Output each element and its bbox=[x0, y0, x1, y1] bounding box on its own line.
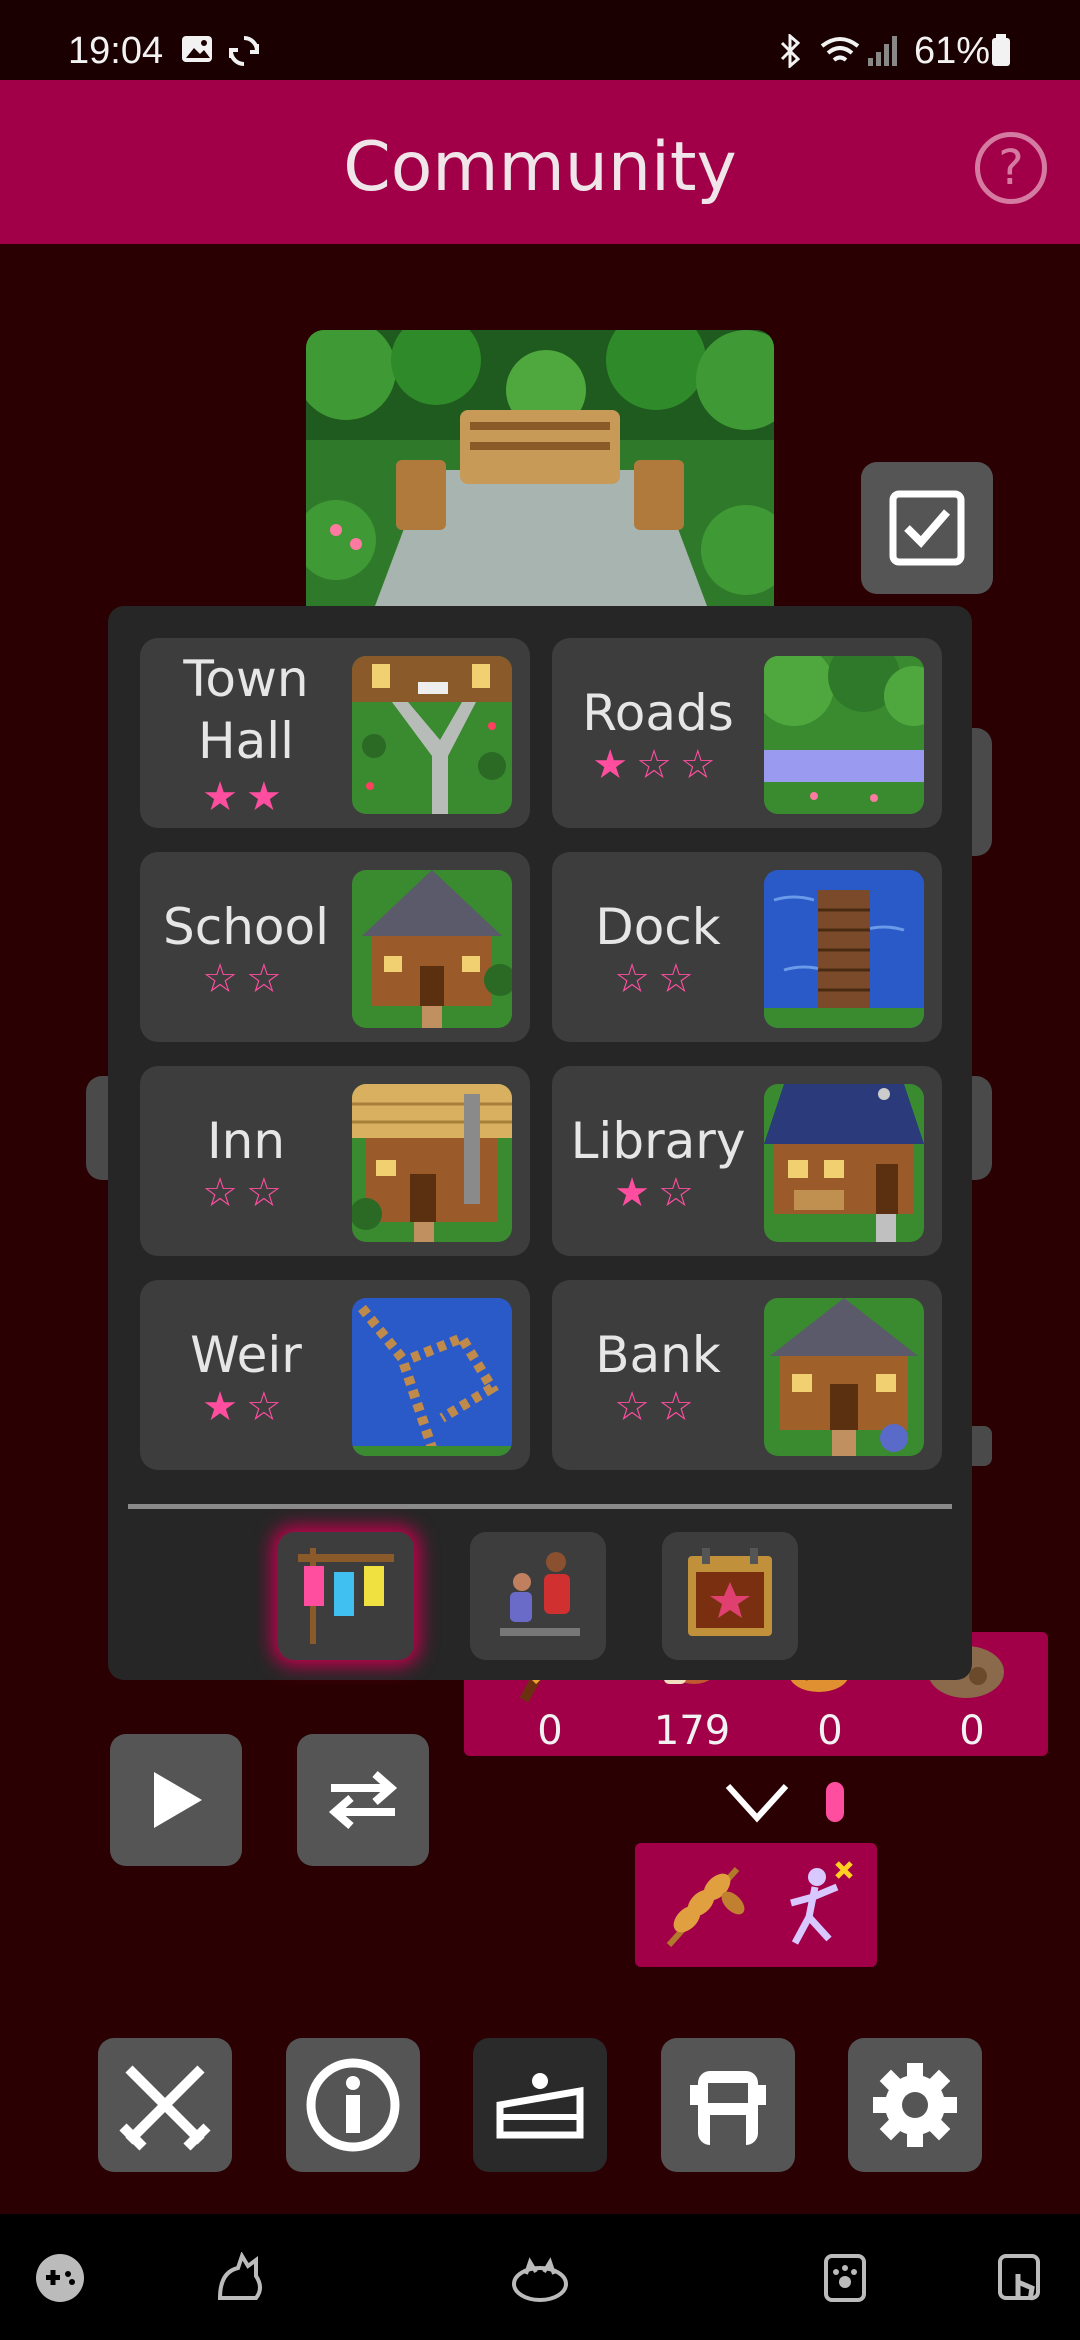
building-card-bank[interactable]: Bank ☆☆ bbox=[552, 1280, 942, 1470]
building-stars: ★★ bbox=[202, 774, 290, 820]
running-person-icon bbox=[790, 1861, 853, 1945]
chevron-down-icon[interactable] bbox=[722, 1780, 792, 1824]
weir-image bbox=[352, 1298, 512, 1456]
building-stars: ☆☆ bbox=[202, 1170, 290, 1216]
building-stars: ★☆☆ bbox=[592, 742, 724, 788]
roads-image bbox=[764, 656, 924, 814]
building-name: Inn bbox=[206, 1112, 286, 1170]
building-stars: ★☆ bbox=[202, 1384, 290, 1430]
building-name: Town Hall bbox=[183, 650, 309, 770]
combat-swords-icon bbox=[119, 2065, 211, 2151]
wifi-icon bbox=[820, 37, 860, 62]
location-scene-image bbox=[306, 330, 774, 630]
town-hall-image bbox=[352, 656, 512, 814]
park-bench-scene bbox=[306, 330, 774, 630]
roads-thumbnail bbox=[764, 656, 924, 814]
bluetooth-icon bbox=[780, 34, 801, 68]
resource-count: 0 bbox=[959, 1708, 985, 1754]
settings-gear-icon bbox=[873, 2063, 957, 2147]
festival-banners-icon bbox=[298, 1548, 394, 1644]
building-name: Bank bbox=[595, 1326, 721, 1384]
combat-button[interactable] bbox=[98, 2038, 232, 2172]
cake-icon bbox=[496, 2073, 584, 2139]
inn-thumbnail bbox=[352, 1084, 512, 1242]
info-icon bbox=[306, 2058, 400, 2152]
building-card-town-hall[interactable]: Town Hall ★★ bbox=[140, 638, 530, 828]
building-stars: ☆☆ bbox=[614, 1384, 702, 1430]
bank-image bbox=[764, 1298, 924, 1456]
play-icon bbox=[154, 1772, 202, 1828]
page-title: Community bbox=[343, 128, 737, 207]
checkbox-checked-icon bbox=[889, 490, 965, 566]
building-card-school[interactable]: School ☆☆ bbox=[140, 852, 530, 1042]
tab-festival-banners[interactable] bbox=[278, 1532, 414, 1660]
paw-card-icon[interactable] bbox=[822, 2252, 868, 2304]
gamepad-icon[interactable] bbox=[34, 2252, 86, 2304]
building-card-weir[interactable]: Weir ★☆ bbox=[140, 1280, 530, 1470]
dock-thumbnail bbox=[764, 870, 924, 1028]
signal-icon bbox=[868, 36, 897, 66]
navigation-bar bbox=[0, 2214, 1080, 2340]
sync-icon bbox=[229, 36, 259, 66]
app-header: Community ? bbox=[0, 80, 1080, 244]
building-name: Dock bbox=[595, 898, 721, 956]
confirm-checkbox-button[interactable] bbox=[861, 462, 993, 594]
bank-thumbnail bbox=[764, 1298, 924, 1456]
building-card-dock[interactable]: Dock ☆☆ bbox=[552, 852, 942, 1042]
page-indicator bbox=[826, 1782, 844, 1822]
skill-box bbox=[635, 1843, 877, 1967]
building-card-roads[interactable]: Roads ★☆☆ bbox=[552, 638, 942, 828]
info-button[interactable] bbox=[286, 2038, 420, 2172]
building-name: Weir bbox=[190, 1326, 302, 1384]
swap-button[interactable] bbox=[297, 1734, 429, 1866]
building-stars: ☆☆ bbox=[202, 956, 290, 1002]
touch-app-icon[interactable] bbox=[996, 2252, 1046, 2304]
battery-percent: 61% bbox=[914, 30, 991, 72]
resource-count: 179 bbox=[653, 1708, 731, 1754]
villagers-icon bbox=[500, 1552, 580, 1636]
school-thumbnail bbox=[352, 870, 512, 1028]
play-button[interactable] bbox=[110, 1734, 242, 1866]
weir-thumbnail bbox=[352, 1298, 512, 1456]
backpack-button[interactable] bbox=[661, 2038, 795, 2172]
sleeping-cat-icon[interactable] bbox=[510, 2252, 570, 2304]
tab-event-calendar[interactable] bbox=[662, 1532, 798, 1660]
building-name: Library bbox=[570, 1112, 746, 1170]
resource-count: 0 bbox=[817, 1708, 843, 1754]
building-stars: ☆☆ bbox=[614, 956, 702, 1002]
building-selection-popup: Town Hall ★★ Roads ★☆☆ School ☆☆ Dock ☆☆… bbox=[108, 606, 972, 1680]
building-card-inn[interactable]: Inn ☆☆ bbox=[140, 1066, 530, 1256]
town-hall-thumbnail bbox=[352, 656, 512, 814]
swap-arrows-icon bbox=[328, 1770, 398, 1830]
status-bar: 19:04 61% bbox=[0, 0, 1080, 80]
library-image bbox=[764, 1084, 924, 1242]
dock-image bbox=[764, 870, 924, 1028]
help-button[interactable]: ? bbox=[975, 132, 1047, 204]
tab-villagers[interactable] bbox=[470, 1532, 606, 1660]
resource-count: 0 bbox=[537, 1708, 563, 1754]
gallery-icon bbox=[182, 36, 212, 62]
backpack-icon bbox=[690, 2071, 766, 2145]
library-thumbnail bbox=[764, 1084, 924, 1242]
building-name: Roads bbox=[582, 684, 734, 742]
building-name: School bbox=[163, 898, 329, 956]
status-time: 19:04 bbox=[68, 30, 164, 72]
building-card-library[interactable]: Library ★☆ bbox=[552, 1066, 942, 1256]
event-calendar-icon bbox=[688, 1548, 772, 1636]
school-image bbox=[352, 870, 512, 1028]
food-button[interactable] bbox=[473, 2038, 607, 2172]
settings-button[interactable] bbox=[848, 2038, 982, 2172]
popup-divider bbox=[128, 1504, 952, 1509]
battery-icon bbox=[992, 34, 1010, 66]
cat-icon[interactable] bbox=[212, 2252, 268, 2304]
wheat-icon bbox=[666, 1866, 745, 1948]
inn-image bbox=[352, 1084, 512, 1242]
building-stars: ★☆ bbox=[614, 1170, 702, 1216]
